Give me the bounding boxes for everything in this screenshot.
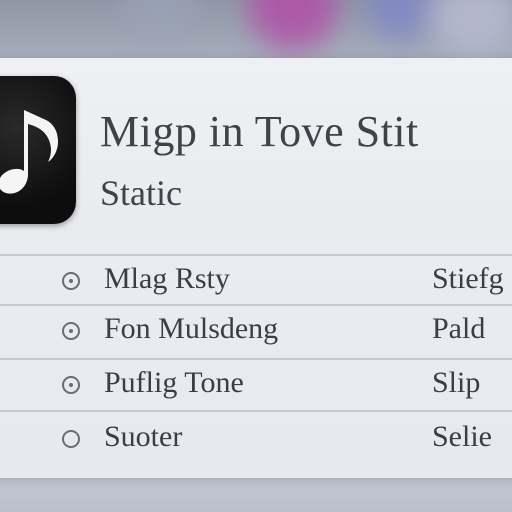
radio-icon[interactable] [62, 376, 80, 394]
list-item-option-2[interactable]: Fon Mulsdeng Pald [0, 306, 512, 358]
option-value: Selie [432, 420, 492, 453]
background-blur-purple [248, 0, 338, 50]
option-value: Slip [432, 366, 481, 399]
option-value: Stiefg [432, 262, 504, 295]
list-item-option-4[interactable]: Suoter Selie [0, 412, 512, 464]
background-blur-blue [365, 0, 435, 40]
list-item-option-3[interactable]: Puflig Tone Slip [0, 360, 512, 412]
radio-icon[interactable] [62, 430, 80, 448]
background-blur-gray [120, 0, 200, 40]
list-item-option-1[interactable]: Mlag Rsty Stiefg [0, 256, 512, 308]
background-blur-light [430, 0, 512, 55]
option-label: Suoter [104, 420, 183, 453]
page-title: Migp in Tove Stit [100, 107, 419, 156]
radio-icon[interactable] [62, 272, 80, 290]
option-value: Pald [432, 312, 486, 345]
music-note-icon [0, 98, 58, 194]
settings-panel: Migp in Tove Stit Static Mlag Rsty Stief… [0, 58, 512, 478]
page-subtitle: Static [100, 173, 182, 213]
panel-header: Migp in Tove Stit Static [0, 58, 512, 240]
option-label: Puflig Tone [104, 366, 244, 399]
option-label: Fon Mulsdeng [104, 312, 279, 345]
music-app-icon[interactable] [0, 76, 76, 224]
option-label: Mlag Rsty [104, 262, 230, 295]
radio-icon[interactable] [62, 322, 80, 340]
